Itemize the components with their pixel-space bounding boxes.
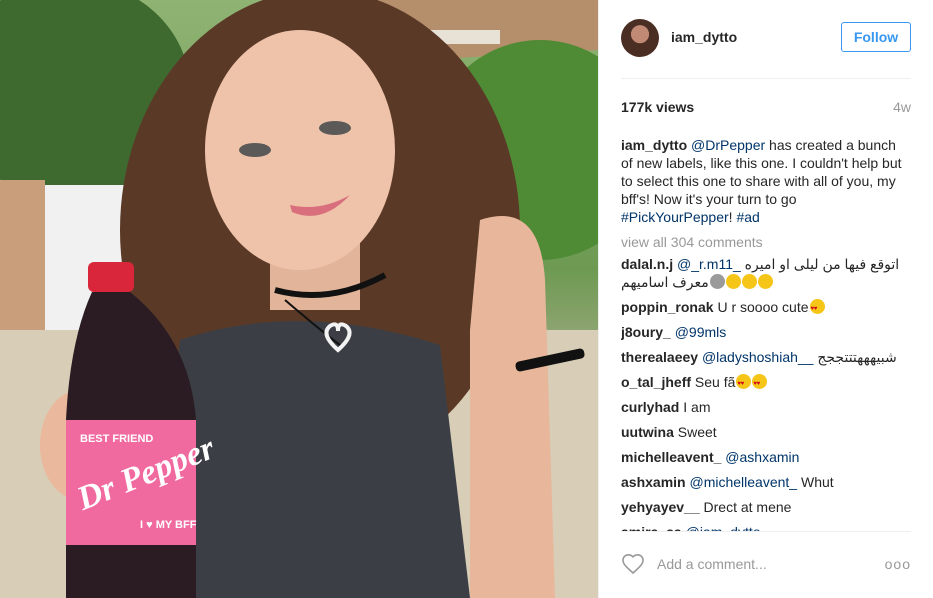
comment-item: therealaeey @ladyshoshiah__ شبيهههتتتججج [621,348,911,366]
laughing-emoji-icon [757,274,773,289]
comment-item: o_tal_jheff Seu fã [621,373,911,393]
post-header: iam_dytto Follow [621,17,911,61]
caption-username[interactable]: iam_dytto [621,137,687,153]
caption-mention[interactable]: @DrPepper [691,137,765,153]
comment-username[interactable]: dalal.n.j [621,256,673,272]
laughing-emoji-icon [741,274,757,289]
avatar[interactable] [621,19,659,57]
comment-text: Seu fã [694,374,736,390]
divider [621,78,911,79]
comment-username[interactable]: j8oury_ [621,324,671,340]
comment-mention[interactable]: @_r.m11_ [677,256,741,272]
eye-right [319,121,351,135]
comment-item: uutwina Sweet [621,423,911,441]
comment-text: U r soooo cute [717,299,809,315]
comment-item: yehyayev__ Drect at mene [621,498,911,516]
comment-item: ashxamin @michelleavent_ Whut [621,473,911,491]
comment-item: j8oury_ @99mls [621,323,911,341]
comment-mention[interactable]: @michelleavent_ [689,474,797,490]
comment-text: Sweet [677,424,717,440]
add-comment-input[interactable]: Add a comment... [657,556,767,572]
divider [621,531,911,532]
heart-eyes-emoji-icon [809,299,825,318]
comment-item: michelleavent_ @ashxamin [621,448,911,466]
comment-username[interactable]: therealaeey [621,349,698,365]
comment-mention[interactable]: @ladyshoshiah__ [702,349,814,365]
laughing-emoji-icon [725,274,741,289]
caption: iam_dytto @DrPepper has created a bunch … [621,136,911,226]
bottle-cap [88,262,134,292]
bottle-label-top: BEST FRIEND [80,433,153,445]
post-side-panel: iam_dytto Follow 177k views 4w iam_dytto… [598,0,933,598]
caption-hashtag-ad[interactable]: #ad [736,209,759,225]
wall [0,180,45,350]
comment-text: I am [683,399,711,415]
arm [470,216,555,598]
comment-item: dalal.n.j @_r.m11_ اتوقع فيها من ليلى او… [621,255,911,291]
comment-item: curlyhad I am [621,398,911,416]
comment-username[interactable]: poppin_ronak [621,299,714,315]
comment-item: poppin_ronak U r soooo cute [621,298,911,318]
face [205,30,395,270]
comment-mention[interactable]: @ashxamin [725,449,799,465]
eye-left [239,143,271,157]
like-heart-icon[interactable] [621,553,645,575]
heart-eyes-emoji-icon [752,374,768,393]
comment-username[interactable]: uutwina [621,424,674,440]
instagram-post: BEST FRIEND Dr Pepper I ♥ MY BFF iam_dyt… [0,0,933,598]
comment-username[interactable]: o_tal_jheff [621,374,691,390]
follow-button[interactable]: Follow [841,22,911,52]
heart-eyes-emoji-icon [736,374,752,393]
caption-hashtag[interactable]: #PickYourPepper [621,209,729,225]
more-options-icon[interactable]: ooo [885,556,911,572]
comments-list: dalal.n.j @_r.m11_ اتوقع فيها من ليلى او… [621,255,911,532]
post-age[interactable]: 4w [893,99,911,115]
view-all-comments-link[interactable]: view all 304 comments [621,234,763,250]
bottle-bff: I ♥ MY BFF [140,519,197,531]
comment-username[interactable]: curlyhad [621,399,679,415]
comment-text: شبيهههتتتججج [817,349,897,365]
comment-text: Drect at mene [703,499,792,515]
comment-username[interactable]: ashxamin [621,474,686,490]
comment-username[interactable]: michelleavent_ [621,449,721,465]
comment-username[interactable]: yehyayev__ [621,499,700,515]
photo-illustration: BEST FRIEND Dr Pepper I ♥ MY BFF [0,0,598,598]
header-username[interactable]: iam_dytto [671,29,737,45]
skull-emoji-icon [709,274,725,289]
view-count[interactable]: 177k views [621,99,694,115]
post-photo[interactable]: BEST FRIEND Dr Pepper I ♥ MY BFF [0,0,598,598]
comment-mention[interactable]: @99mls [675,324,727,340]
comment-text: Whut [800,474,834,490]
